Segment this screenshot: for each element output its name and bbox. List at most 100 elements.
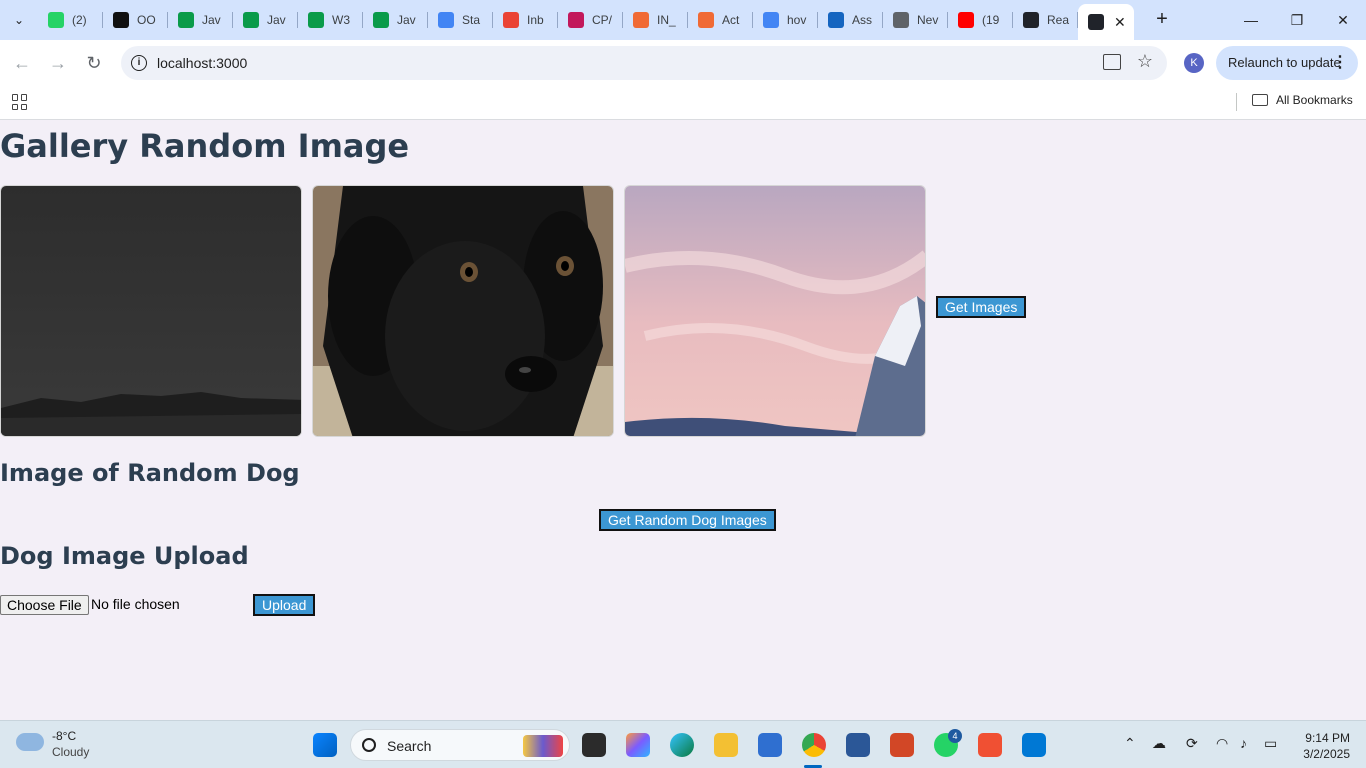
apps-grid-icon[interactable]: [12, 94, 28, 110]
react-icon: [1088, 14, 1104, 30]
file-status-text: No file chosen: [91, 596, 180, 612]
browser-tab[interactable]: Act: [688, 0, 753, 40]
browser-tab[interactable]: Ass: [818, 0, 883, 40]
browser-tab[interactable]: Sta: [428, 0, 493, 40]
browser-tab[interactable]: Nev: [883, 0, 948, 40]
browser-tab[interactable]: CP/: [558, 0, 623, 40]
docs-icon: [438, 12, 454, 28]
bookmark-star-icon[interactable]: ☆: [1137, 51, 1153, 72]
bookmarks-bar: All Bookmarks: [0, 86, 1366, 120]
tab-list: (2) OO Jav Jav W3 Jav Sta Inb CP/IN_ Act hov Ass Nev…: [38, 0, 1134, 40]
browser-tab[interactable]: Inb: [493, 0, 558, 40]
whatsapp-notification-badge: 4: [948, 729, 962, 743]
browser-tab[interactable]: IN_: [623, 0, 688, 40]
system-clock[interactable]: 9:14 PM 3/2/2025: [1300, 730, 1350, 762]
tab-title: Sta: [462, 13, 481, 27]
battery-icon[interactable]: ▭: [1264, 735, 1277, 752]
chrome-icon[interactable]: [802, 733, 826, 757]
weather-condition[interactable]: Cloudy: [52, 745, 89, 759]
close-tab-icon[interactable]: ✕: [1114, 14, 1126, 31]
w-icon: [243, 12, 259, 28]
wifi-icon[interactable]: ◠: [1216, 735, 1228, 752]
taskbar: -8°C Cloudy Search 4 ⌃ ☁ ⟳ ◠ ♪ ▭ 9:14 PM…: [0, 720, 1366, 768]
chevron-up-icon[interactable]: ⌃: [1124, 735, 1136, 752]
reload-icon[interactable]: ↻: [82, 51, 106, 75]
sync-icon[interactable]: ⟳: [1186, 735, 1198, 752]
copilot-icon[interactable]: [626, 733, 650, 757]
file-explorer-icon[interactable]: [714, 733, 738, 757]
install-app-icon[interactable]: [1103, 54, 1121, 70]
browser-tab[interactable]: W3: [298, 0, 363, 40]
all-bookmarks-button[interactable]: All Bookmarks: [1252, 93, 1353, 107]
upload-button[interactable]: Upload: [253, 594, 316, 616]
powerpoint-icon[interactable]: [890, 733, 914, 757]
chrome-icon: [893, 12, 909, 28]
openai-icon: [113, 12, 129, 28]
browser-tab[interactable]: Jav: [363, 0, 428, 40]
tab-search-chevron-icon[interactable]: ⌄: [6, 7, 32, 33]
vscode-icon[interactable]: [1022, 733, 1046, 757]
windows-start-icon[interactable]: [313, 733, 337, 757]
browser-toolbar: ← → ↻ i localhost:3000 ☆ K Relaunch to u…: [0, 40, 1366, 86]
forward-arrow-icon[interactable]: →: [46, 51, 70, 75]
browser-tab[interactable]: Jav: [168, 0, 233, 40]
menu-dots-icon[interactable]: ⋮: [1332, 46, 1348, 80]
clock-time: 9:14 PM: [1305, 731, 1350, 745]
edge-icon[interactable]: [670, 733, 694, 757]
tab-title: W3: [332, 13, 350, 27]
diamond-icon: [568, 12, 584, 28]
youtube-icon: [958, 12, 974, 28]
browser-tab[interactable]: (2): [38, 0, 103, 40]
new-tab-icon[interactable]: +: [1150, 8, 1174, 31]
tab-title: Ass: [852, 13, 873, 27]
back-arrow-icon[interactable]: ←: [10, 51, 34, 75]
tab-title: Jav: [397, 13, 416, 27]
cloud-icon[interactable]: [16, 733, 44, 751]
taskbar-search[interactable]: Search: [350, 729, 570, 761]
tab-title: hov: [787, 13, 807, 27]
active-browser-tab[interactable]: ✕: [1078, 4, 1134, 40]
react-icon: [1023, 12, 1039, 28]
a-icon: [828, 12, 844, 28]
bookmarks-divider: [1236, 93, 1237, 111]
gmail-icon: [503, 12, 519, 28]
tab-title: Jav: [202, 13, 221, 27]
tab-title: Inb: [527, 13, 544, 27]
browser-tab[interactable]: Rea: [1013, 0, 1078, 40]
minimize-icon[interactable]: —: [1228, 0, 1274, 40]
git-icon[interactable]: [978, 733, 1002, 757]
page-content: Gallery Random Image Get Images Image of…: [0, 121, 1366, 720]
onedrive-icon[interactable]: ☁: [1152, 735, 1166, 752]
gallery-image-black-puppy: [312, 185, 614, 437]
url-text[interactable]: localhost:3000: [157, 55, 247, 71]
browser-tab[interactable]: hov: [753, 0, 818, 40]
word-icon[interactable]: [846, 733, 870, 757]
page-title: Gallery Random Image: [0, 127, 410, 165]
volume-icon[interactable]: ♪: [1240, 735, 1247, 751]
site-info-icon[interactable]: i: [131, 55, 147, 71]
all-bookmarks-label: All Bookmarks: [1276, 93, 1353, 107]
search-highlight-icon: [523, 735, 563, 757]
restore-icon[interactable]: ❐: [1274, 0, 1320, 40]
relaunch-button[interactable]: Relaunch to update ⋮: [1216, 46, 1358, 80]
choose-file-button[interactable]: Choose File: [0, 595, 89, 615]
browser-tab[interactable]: OO: [103, 0, 168, 40]
random-dog-heading: Image of Random Dog: [0, 459, 300, 487]
upload-heading: Dog Image Upload: [0, 542, 249, 570]
get-images-button[interactable]: Get Images: [936, 296, 1027, 318]
asana-icon: [698, 12, 714, 28]
tab-title: Nev: [917, 13, 939, 27]
tab-title: IN_: [657, 13, 676, 27]
weather-temperature[interactable]: -8°C: [52, 729, 76, 743]
microsoft-store-icon[interactable]: [758, 733, 782, 757]
close-window-icon[interactable]: ✕: [1320, 0, 1366, 40]
browser-tab[interactable]: Jav: [233, 0, 298, 40]
profile-avatar[interactable]: K: [1184, 53, 1204, 73]
clock-date: 3/2/2025: [1303, 747, 1350, 761]
address-bar[interactable]: i localhost:3000 ☆: [121, 46, 1167, 80]
task-view-icon[interactable]: [582, 733, 606, 757]
get-random-dog-images-button[interactable]: Get Random Dog Images: [599, 509, 776, 531]
gallery-image-night-mountains: [0, 185, 302, 437]
browser-tab[interactable]: (19: [948, 0, 1013, 40]
google-icon: [763, 12, 779, 28]
